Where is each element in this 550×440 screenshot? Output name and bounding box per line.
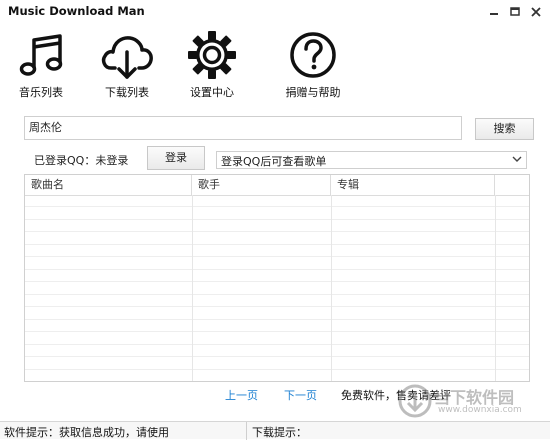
close-icon: [531, 7, 541, 17]
music-note-icon: [19, 34, 63, 76]
maximize-icon: [510, 7, 520, 16]
toolbar-download-list-label: 下载列表: [105, 86, 149, 99]
table-row[interactable]: [25, 345, 529, 357]
watermark-url: www.downxia.com: [438, 405, 522, 415]
next-page-link[interactable]: 下一页: [284, 387, 317, 403]
close-button[interactable]: [526, 2, 546, 22]
toolbar-download-list[interactable]: 下载列表: [92, 30, 162, 100]
gear-icon: [188, 31, 236, 79]
prev-page-link[interactable]: 上一页: [225, 387, 258, 403]
song-table[interactable]: 歌曲名 歌手 专辑: [24, 174, 530, 382]
table-row[interactable]: [25, 208, 529, 220]
login-button[interactable]: 登录: [147, 146, 205, 170]
table-row[interactable]: [25, 320, 529, 332]
table-row[interactable]: [25, 370, 529, 381]
search-input[interactable]: 周杰伦: [24, 116, 462, 140]
table-header: 歌曲名 歌手 专辑: [25, 175, 529, 196]
toolbar-settings-label: 设置中心: [190, 86, 234, 99]
minimize-button[interactable]: [484, 2, 504, 22]
minimize-icon: [490, 13, 498, 15]
chevron-down-icon: [512, 156, 522, 162]
toolbar-music-list[interactable]: 音乐列表: [6, 30, 76, 100]
watermark: 当下软件园 www.downxia.com: [398, 384, 546, 420]
table-row[interactable]: [25, 308, 529, 320]
table-row[interactable]: [25, 233, 529, 245]
column-header-artist[interactable]: 歌手: [192, 175, 331, 195]
login-status-text: 已登录QQ：未登录: [34, 154, 129, 167]
table-row[interactable]: [25, 283, 529, 295]
download-tip: 下载提示：: [252, 426, 307, 439]
status-tip: 软件提示：获取信息成功，请使用: [4, 426, 169, 439]
search-button[interactable]: 搜索: [475, 118, 534, 140]
maximize-button[interactable]: [505, 2, 525, 22]
table-row[interactable]: [25, 245, 529, 257]
playlist-select-value: 登录QQ后可查看歌单: [221, 155, 327, 168]
toolbar-music-list-label: 音乐列表: [19, 86, 63, 99]
table-row[interactable]: [25, 258, 529, 270]
table-row[interactable]: [25, 358, 529, 370]
playlist-select[interactable]: 登录QQ后可查看歌单: [216, 151, 527, 169]
toolbar-donate-help-label: 捐赠与帮助: [285, 86, 341, 99]
table-row[interactable]: [25, 295, 529, 307]
toolbar-donate-help[interactable]: 捐赠与帮助: [278, 30, 348, 100]
status-bar: 软件提示：获取信息成功，请使用 下载提示：: [0, 421, 550, 440]
column-header-song[interactable]: 歌曲名: [25, 175, 192, 195]
table-row[interactable]: [25, 220, 529, 232]
help-circle-icon: [290, 32, 336, 78]
table-row[interactable]: [25, 195, 529, 207]
cloud-download-icon: [101, 36, 153, 79]
table-row[interactable]: [25, 333, 529, 345]
window-title: Music Download Man: [8, 4, 145, 18]
watermark-logo-icon: [398, 384, 432, 418]
table-row[interactable]: [25, 270, 529, 282]
toolbar-settings[interactable]: 设置中心: [177, 30, 247, 100]
column-header-album[interactable]: 专辑: [331, 175, 495, 195]
